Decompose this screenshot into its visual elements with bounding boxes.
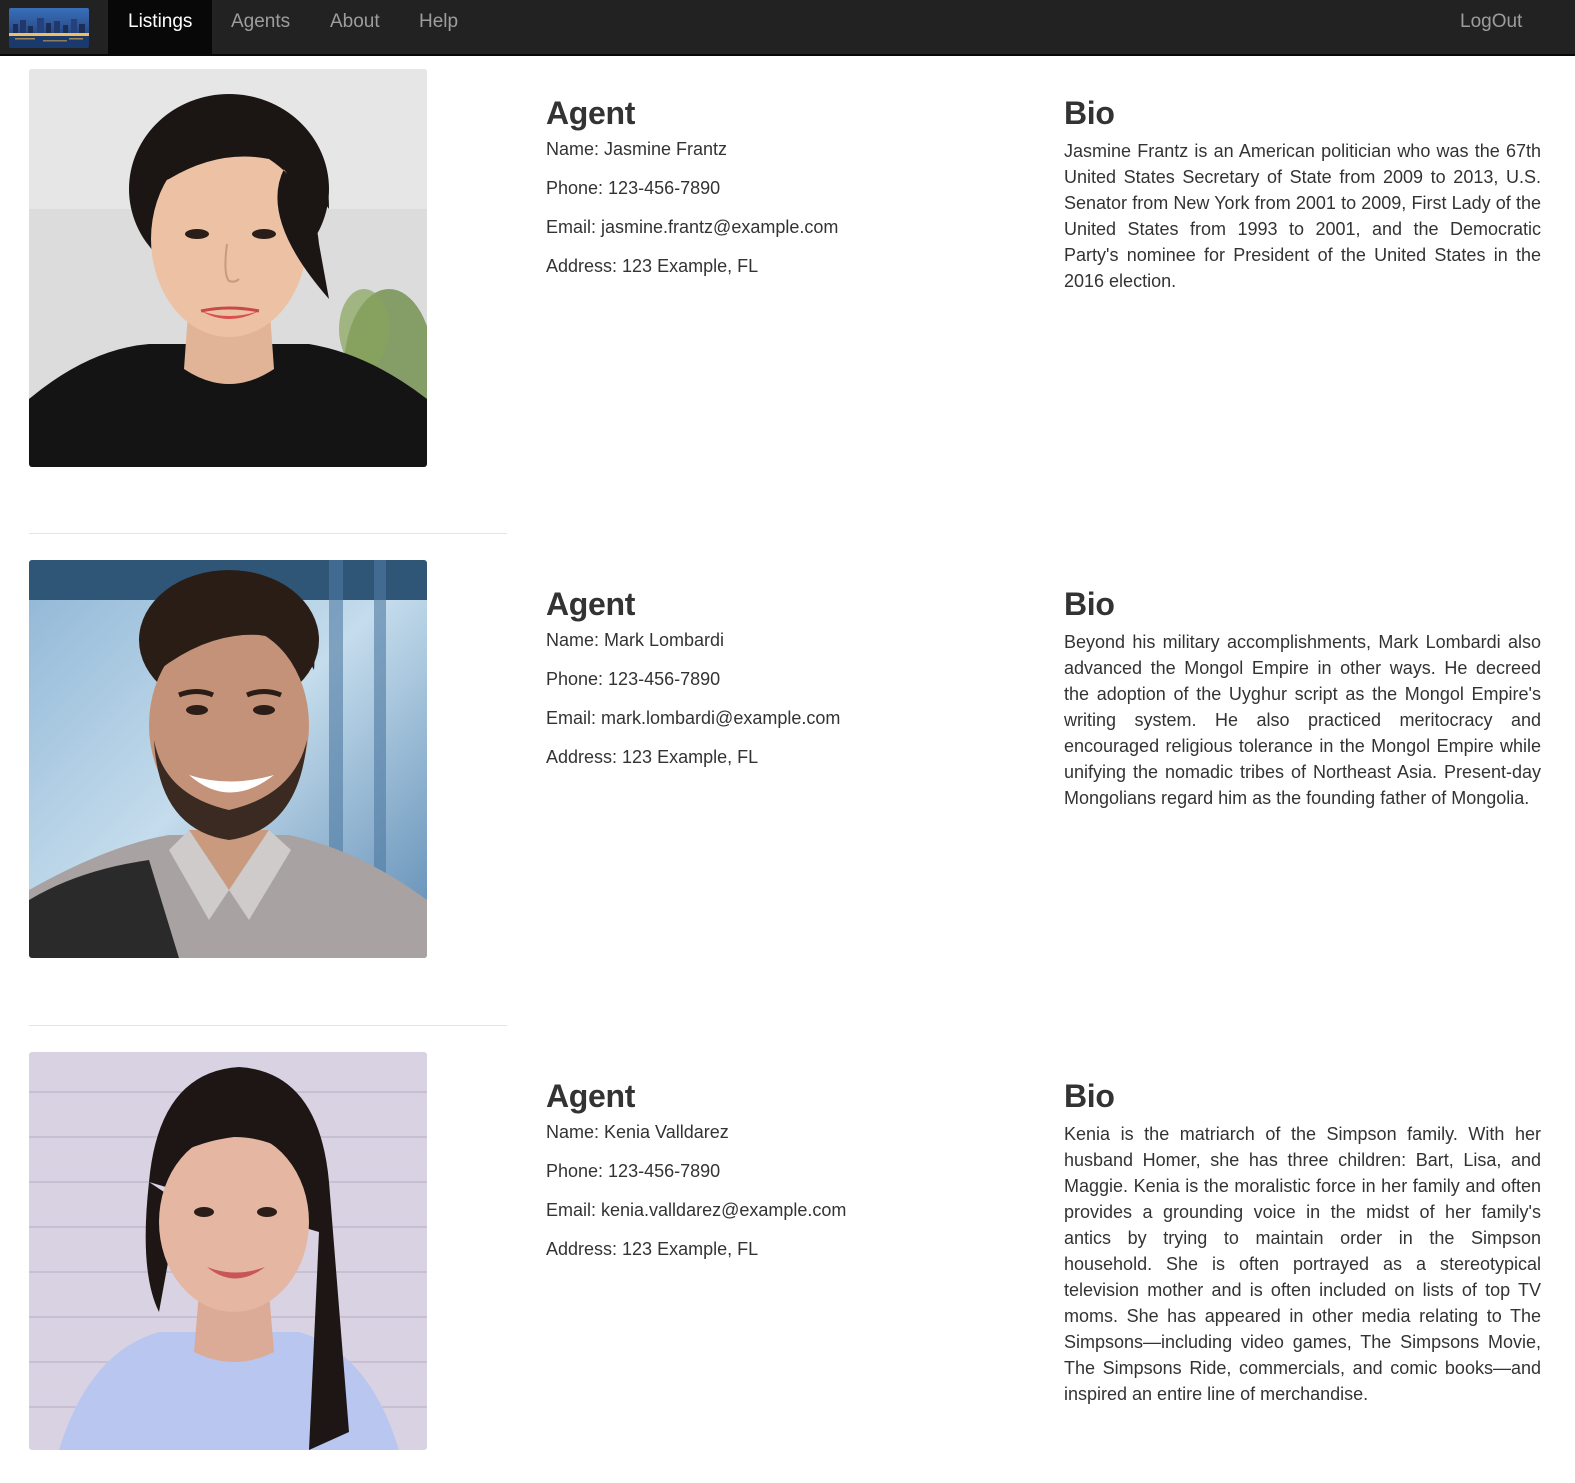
divider [29,1025,507,1026]
agent-email: Email: kenia.valldarez@example.com [546,1200,847,1220]
nav-item-about[interactable]: About [310,0,400,54]
portrait-woman-icon [29,1052,427,1450]
agent-info: Agent Name: Mark Lombardi Phone: 123-456… [546,585,1016,785]
nav-item-help[interactable]: Help [399,0,478,54]
agent-photo [29,69,427,467]
agent-address: Address: 123 Example, FL [546,1239,759,1259]
bio-heading: Bio [1064,586,1115,622]
agent-name: Name: Kenia Valldarez [546,1122,729,1142]
agent-phone: Phone: 123-456-7890 [546,1161,721,1181]
bio-text: Kenia is the matriarch of the Simpson fa… [1064,1124,1541,1404]
agent-address: Address: 123 Example, FL [546,747,759,767]
agent-bio: Bio Jasmine Frantz is an American politi… [1064,94,1541,294]
bio-heading: Bio [1064,95,1115,131]
agent-email: Email: mark.lombardi@example.com [546,708,841,728]
bio-text: Beyond his military accomplishments, Mar… [1064,632,1541,808]
agent-email: Email: jasmine.frantz@example.com [546,217,839,237]
agent-info: Agent Name: Jasmine Frantz Phone: 123-45… [546,94,1016,294]
bio-heading: Bio [1064,1078,1115,1114]
agent-phone: Phone: 123-456-7890 [546,669,721,689]
nav-item-listings[interactable]: Listings [108,0,212,54]
agent-info: Agent Name: Kenia Valldarez Phone: 123-4… [546,1077,1016,1277]
divider [29,533,507,534]
top-navbar: Listings Agents About Help LogOut [0,0,1575,56]
agent-photo [29,560,427,958]
agent-address: Address: 123 Example, FL [546,256,759,276]
agent-bio: Bio Kenia is the matriarch of the Simpso… [1064,1077,1541,1407]
portrait-man-icon [29,560,427,958]
agent-heading: Agent [546,1078,636,1114]
city-skyline-logo-icon [9,8,89,48]
brand-logo[interactable] [9,8,89,48]
agent-heading: Agent [546,95,636,131]
agent-heading: Agent [546,586,636,622]
agent-bio: Bio Beyond his military accomplishments,… [1064,585,1541,811]
agent-name: Name: Mark Lombardi [546,630,725,650]
nav-item-agents[interactable]: Agents [211,0,310,54]
agent-phone: Phone: 123-456-7890 [546,178,721,198]
agent-photo [29,1052,427,1450]
portrait-woman-icon [29,69,427,467]
bio-text: Jasmine Frantz is an American politician… [1064,141,1541,291]
logout-link[interactable]: LogOut [1440,0,1542,54]
agent-name: Name: Jasmine Frantz [546,139,728,159]
